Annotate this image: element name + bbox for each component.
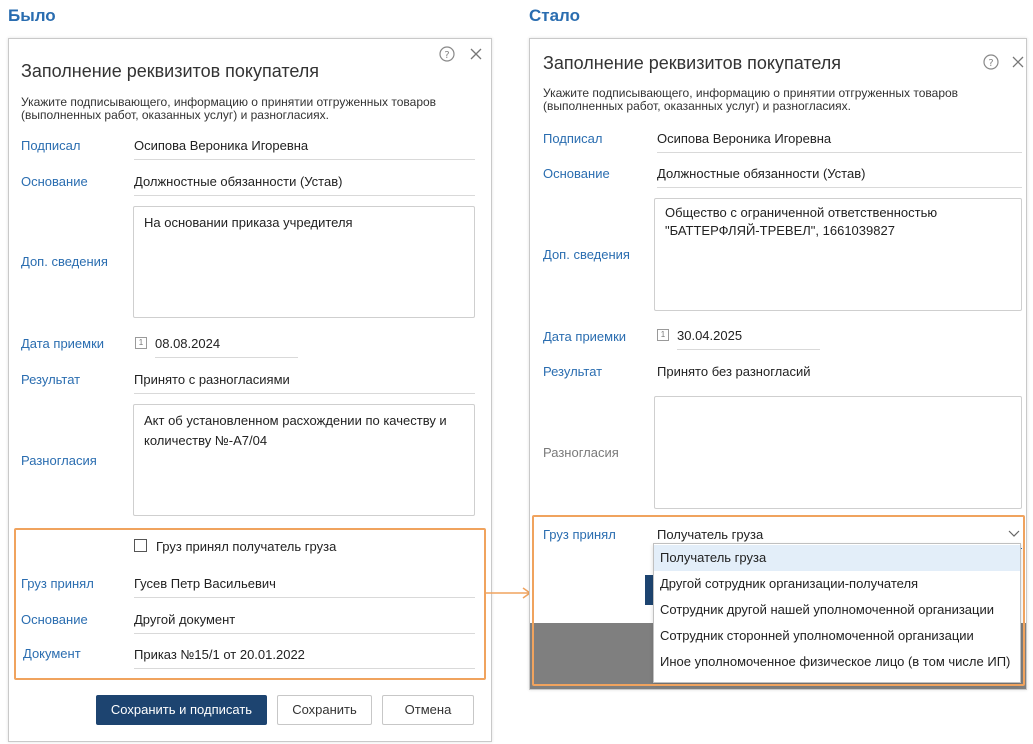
calendar-icon[interactable]: 1 — [135, 337, 147, 349]
result-label: Результат — [21, 372, 81, 387]
date-field[interactable]: 30.04.2025 — [677, 328, 820, 350]
basis-field[interactable]: Должностные обязанности (Устав) — [134, 174, 475, 196]
dialog-title: Заполнение реквизитов покупателя — [543, 53, 842, 73]
close-icon[interactable] — [1010, 54, 1026, 70]
basis-label: Основание — [543, 166, 610, 181]
disagreements-label: Разногласия — [21, 453, 97, 468]
disagreements-label: Разногласия — [543, 445, 619, 460]
basis-label: Основание — [21, 174, 88, 189]
svg-text:?: ? — [444, 50, 449, 61]
date-field[interactable]: 08.08.2024 — [155, 336, 298, 358]
result-label: Результат — [543, 364, 603, 379]
dialog-description: Укажите подписывающего, информацию о при… — [21, 95, 437, 122]
disagreements-textarea[interactable]: Акт об установленном расхождении по каче… — [133, 404, 475, 516]
extra-info-textarea[interactable]: На основании приказа учредителя — [133, 206, 475, 318]
svg-text:?: ? — [988, 58, 993, 69]
dialog-description: Укажите подписывающего, информацию о при… — [543, 86, 959, 113]
signed-field[interactable]: Осипова Вероника Игоревна — [134, 138, 475, 160]
result-field[interactable]: Принято без разногласий — [657, 364, 1022, 386]
signed-label: Подписал — [21, 138, 81, 153]
close-icon[interactable] — [468, 46, 484, 62]
extra-info-label: Доп. сведения — [543, 247, 630, 262]
date-label: Дата приемки — [21, 336, 105, 351]
after-heading: Стало — [529, 6, 581, 25]
disagreements-textarea[interactable] — [654, 396, 1022, 509]
date-label: Дата приемки — [543, 329, 627, 344]
basis-field[interactable]: Должностные обязанности (Устав) — [657, 166, 1022, 188]
before-cargo-highlight — [14, 528, 486, 680]
save-and-sign-button[interactable]: Сохранить и подписать — [96, 695, 267, 725]
calendar-icon[interactable]: 1 — [657, 329, 669, 341]
cancel-button[interactable]: Отмена — [382, 695, 474, 725]
arrow-connector — [486, 587, 532, 599]
save-button[interactable]: Сохранить — [277, 695, 372, 725]
help-icon[interactable]: ? — [439, 46, 455, 62]
dialog-title: Заполнение реквизитов покупателя — [21, 61, 320, 81]
extra-info-label: Доп. сведения — [21, 254, 108, 269]
help-icon[interactable]: ? — [983, 54, 999, 70]
before-heading: Было — [8, 6, 56, 25]
extra-info-textarea[interactable]: Общество с ограниченной ответственностью… — [654, 198, 1022, 311]
signed-label: Подписал — [543, 131, 603, 146]
result-field[interactable]: Принято с разногласиями — [134, 372, 475, 394]
after-cargo-highlight — [532, 515, 1025, 686]
signed-field[interactable]: Осипова Вероника Игоревна — [657, 131, 1022, 153]
